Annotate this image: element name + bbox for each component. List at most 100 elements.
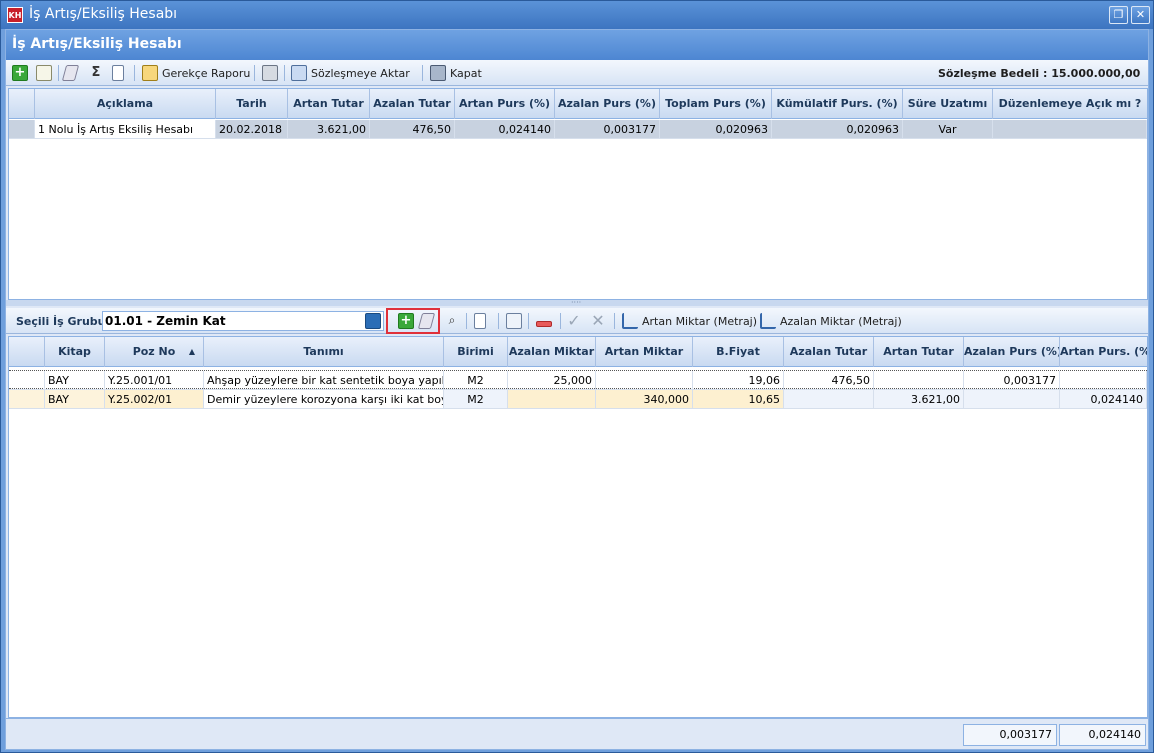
cell-tanimi[interactable]: Ahşap yüzeylere bir kat sentetik boya ya…: [204, 371, 444, 390]
delete-button[interactable]: [536, 312, 556, 330]
col-artan-purs[interactable]: Artan Purs (%): [455, 89, 555, 119]
table-row[interactable]: BAY Y.25.002/01 Demir yüzeylere korozyon…: [9, 390, 1147, 409]
cell-artan-tutar[interactable]: 3.621,00: [874, 390, 964, 409]
erase-item-button[interactable]: [417, 312, 437, 330]
cell-aciklama[interactable]: 1 Nolu İş Artış Eksiliş Hesabı: [35, 120, 216, 139]
sozlesmeye-aktar-label: Sözleşmeye Aktar: [311, 66, 410, 80]
cell-azalan-tutar[interactable]: 476,50: [784, 371, 874, 390]
cell-artan-purs[interactable]: 0,024140: [1060, 390, 1147, 409]
cell-azalan-purs[interactable]: 0,003177: [964, 371, 1060, 390]
col-b-fiyat[interactable]: B.Fiyat: [693, 337, 784, 367]
table-row[interactable]: 1 Nolu İş Artış Eksiliş Hesabı 20.02.201…: [9, 120, 1147, 139]
cell-kumulatif-purs[interactable]: 0,020963: [772, 120, 903, 139]
table-row[interactable]: BAY Y.25.001/01 Ahşap yüzeylere bir kat …: [9, 370, 1147, 390]
group-select[interactable]: 01.01 - Zemin Kat: [102, 311, 384, 331]
col-duzenlemeye-acik[interactable]: Düzenlemeye Açık mı ?: [993, 89, 1147, 119]
group-select-value: 01.01 - Zemin Kat: [105, 314, 226, 328]
cell-poz-no[interactable]: Y.25.002/01: [105, 390, 204, 409]
print-button[interactable]: [262, 64, 282, 82]
col-artan-purs[interactable]: Artan Purs. (%): [1060, 337, 1147, 367]
app-logo: KH: [7, 7, 23, 23]
row-indicator: [9, 371, 45, 390]
check-icon: ✓: [567, 311, 581, 330]
col-azalan-miktar[interactable]: Azalan Miktar: [508, 337, 596, 367]
cell-duzenlemeye-acik[interactable]: [993, 120, 1147, 139]
form-area: İş Artış/Eksiliş Hesabı + Σ Gerekçe Rapo…: [5, 29, 1149, 750]
preview-button[interactable]: [474, 312, 490, 330]
kapat-label: Kapat: [450, 66, 482, 80]
kapat-button[interactable]: Kapat: [430, 64, 482, 82]
cell-birimi[interactable]: M2: [444, 390, 508, 409]
cell-kitap[interactable]: BAY: [45, 390, 105, 409]
col-azalan-purs[interactable]: Azalan Purs (%): [555, 89, 660, 119]
cell-artan-purs[interactable]: [1060, 371, 1147, 390]
title-bar[interactable]: KH İş Artış/Eksiliş Hesabı ❐ ✕: [1, 1, 1153, 29]
col-tarih[interactable]: Tarih: [216, 89, 288, 119]
add-item-button[interactable]: +: [398, 312, 418, 330]
col-tanimi[interactable]: Tanımı: [204, 337, 444, 367]
col-kitap[interactable]: Kitap: [45, 337, 105, 367]
cell-artan-miktar[interactable]: 340,000: [596, 390, 693, 409]
restore-button[interactable]: ❐: [1109, 6, 1128, 24]
cell-azalan-tutar[interactable]: [784, 390, 874, 409]
cell-azalan-miktar[interactable]: 25,000: [508, 371, 596, 390]
tree-button[interactable]: [506, 312, 526, 330]
col-birimi[interactable]: Birimi: [444, 337, 508, 367]
document-button[interactable]: [112, 64, 128, 82]
cell-toplam-purs[interactable]: 0,020963: [660, 120, 772, 139]
col-artan-tutar[interactable]: Artan Tutar: [874, 337, 964, 367]
cell-tarih[interactable]: 20.02.2018: [216, 120, 288, 139]
azalan-metraj-label: Azalan Miktar (Metraj): [780, 314, 902, 328]
artan-purs-total: 0,024140: [1059, 724, 1146, 746]
cancel-button[interactable]: ✕: [590, 312, 610, 330]
cell-artan-tutar[interactable]: 3.621,00: [288, 120, 370, 139]
edit-button[interactable]: [36, 64, 56, 82]
minus-icon: [536, 320, 552, 327]
gerekce-raporu-button[interactable]: Gerekçe Raporu: [142, 64, 250, 82]
search-button[interactable]: ⌕: [444, 312, 464, 330]
confirm-button[interactable]: ✓: [566, 312, 586, 330]
calculator-icon[interactable]: [365, 313, 381, 329]
col-azalan-purs[interactable]: Azalan Purs (%): [964, 337, 1060, 367]
cell-azalan-purs[interactable]: 0,003177: [555, 120, 660, 139]
gerekce-raporu-label: Gerekçe Raporu: [162, 66, 251, 80]
cell-artan-miktar[interactable]: [596, 371, 693, 390]
col-artan-miktar[interactable]: Artan Miktar: [596, 337, 693, 367]
metraj-icon: [622, 313, 638, 329]
cell-poz-no[interactable]: Y.25.001/01: [105, 371, 204, 390]
sum-button[interactable]: Σ: [88, 64, 108, 82]
panel-splitter[interactable]: ····: [6, 299, 1148, 307]
close-button[interactable]: ✕: [1131, 6, 1150, 24]
col-artan-tutar[interactable]: Artan Tutar: [288, 89, 370, 119]
col-azalan-tutar[interactable]: Azalan Tutar: [370, 89, 455, 119]
cell-sure-uzatimi[interactable]: Var: [903, 120, 993, 139]
clear-button[interactable]: [61, 64, 81, 82]
col-kumulatif-purs[interactable]: Kümülatif Purs. (%): [772, 89, 903, 119]
cell-kitap[interactable]: BAY: [45, 371, 105, 390]
azalan-purs-total: 0,003177: [963, 724, 1057, 746]
col-aciklama[interactable]: Açıklama: [35, 89, 216, 119]
bottom-grid: Kitap Poz No ▲ Tanımı Birimi Azalan Mikt…: [8, 336, 1148, 718]
eraser-icon: [417, 313, 436, 329]
artan-metraj-button[interactable]: Artan Miktar (Metraj): [622, 312, 757, 330]
cell-birimi[interactable]: M2: [444, 371, 508, 390]
cell-artan-tutar[interactable]: [874, 371, 964, 390]
azalan-metraj-button[interactable]: Azalan Miktar (Metraj): [760, 312, 902, 330]
cell-azalan-miktar[interactable]: [508, 390, 596, 409]
col-poz-no[interactable]: Poz No ▲: [105, 337, 204, 367]
cell-azalan-tutar[interactable]: 476,50: [370, 120, 455, 139]
cell-b-fiyat[interactable]: 19,06: [693, 371, 784, 390]
cell-b-fiyat[interactable]: 10,65: [693, 390, 784, 409]
col-azalan-tutar[interactable]: Azalan Tutar: [784, 337, 874, 367]
cell-azalan-purs[interactable]: [964, 390, 1060, 409]
col-sure-uzatimi[interactable]: Süre Uzatımı: [903, 89, 993, 119]
metraj-icon: [760, 313, 776, 329]
add-icon: +: [12, 65, 28, 81]
row-indicator: [9, 120, 35, 139]
cell-tanimi[interactable]: Demir yüzeylere korozyona karşı iki kat …: [204, 390, 444, 409]
sozlesmeye-aktar-button[interactable]: Sözleşmeye Aktar: [291, 64, 410, 82]
add-button[interactable]: +: [12, 64, 32, 82]
cell-artan-purs[interactable]: 0,024140: [455, 120, 555, 139]
col-toplam-purs[interactable]: Toplam Purs (%): [660, 89, 772, 119]
print-icon: [262, 65, 278, 81]
